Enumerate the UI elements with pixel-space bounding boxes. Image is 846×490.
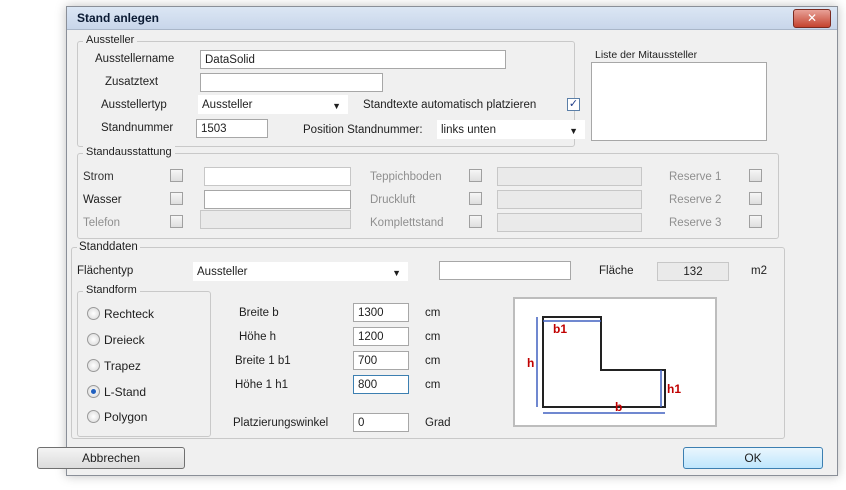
reserve-1-label: Reserve 1 xyxy=(669,171,722,183)
breite-b-unit: cm xyxy=(425,307,441,319)
zusatztext-input[interactable] xyxy=(200,73,383,92)
platzierungswinkel-unit: Grad xyxy=(425,417,451,429)
komplettstand-checkbox[interactable] xyxy=(469,215,482,228)
platzierungswinkel-label: Platzierungswinkel xyxy=(233,417,329,429)
trapez-label: Trapez xyxy=(104,359,141,373)
komplettstand-label: Komplettstand xyxy=(370,217,444,229)
auto-place-checkbox[interactable]: ✓ xyxy=(567,98,580,111)
telefon-label: Telefon xyxy=(83,217,121,229)
ausstellertyp-label: Ausstellertyp xyxy=(101,99,167,111)
chevron-down-icon: ▼ xyxy=(392,268,401,278)
zusatztext-label: Zusatztext xyxy=(105,76,159,88)
radio-l-stand[interactable] xyxy=(87,385,100,398)
aussteller-group-label: Aussteller xyxy=(83,34,138,46)
standausstattung-group-label: Standausstattung xyxy=(83,146,175,158)
polygon-label: Polygon xyxy=(104,410,148,424)
hoehe-1-h1-label: Höhe 1 h1 xyxy=(235,379,289,391)
reserve-1-checkbox[interactable] xyxy=(749,169,762,182)
cancel-button[interactable]: Abbrechen xyxy=(37,447,185,469)
reserve-3-label: Reserve 3 xyxy=(669,217,722,229)
standform-group-label: Standform xyxy=(83,284,140,296)
reserve-3-checkbox[interactable] xyxy=(749,215,762,228)
hoehe-h-label: Höhe h xyxy=(239,331,277,343)
hoehe-h-input[interactable]: 1200 xyxy=(353,327,409,346)
platzierungswinkel-input[interactable]: 0 xyxy=(353,413,409,432)
flaeche-label: Fläche xyxy=(599,265,634,277)
druckluft-input[interactable] xyxy=(497,190,642,209)
ausstellername-label: Ausstellername xyxy=(95,53,175,65)
reserve-2-checkbox[interactable] xyxy=(749,192,762,205)
wasser-checkbox[interactable] xyxy=(170,192,183,205)
ausstellername-input[interactable]: DataSolid xyxy=(200,50,506,69)
auto-place-label: Standtexte automatisch platzieren xyxy=(363,99,537,111)
teppichboden-checkbox[interactable] xyxy=(469,169,482,182)
position-standnummer-select[interactable]: links unten ▼ xyxy=(437,120,585,139)
l-stand-diagram-svg: b1 h h1 b xyxy=(527,316,681,414)
breite-b-label: Breite b xyxy=(239,307,279,319)
chevron-down-icon: ▼ xyxy=(332,101,341,111)
position-standnummer-label: Position Standnummer: xyxy=(303,124,423,136)
strom-label: Strom xyxy=(83,171,114,183)
flaechentyp-extra-input[interactable] xyxy=(439,261,571,280)
ausstellertyp-select[interactable]: Aussteller ▼ xyxy=(198,95,348,114)
teppichboden-label: Teppichboden xyxy=(370,171,442,183)
breite-1-b1-input[interactable]: 700 xyxy=(353,351,409,370)
radio-rechteck[interactable] xyxy=(87,307,100,320)
dreieck-label: Dreieck xyxy=(104,333,145,347)
close-button[interactable]: ✕ xyxy=(793,9,831,28)
mitaussteller-list-label: Liste der Mitaussteller xyxy=(595,49,698,61)
reserve-2-label: Reserve 2 xyxy=(669,194,722,206)
close-icon: ✕ xyxy=(806,11,818,25)
flaechentyp-value: Aussteller xyxy=(197,266,248,278)
breite-b-input[interactable]: 1300 xyxy=(353,303,409,322)
komplettstand-input[interactable] xyxy=(497,213,642,232)
flaechentyp-label: Flächentyp xyxy=(77,265,134,277)
chevron-down-icon: ▼ xyxy=(569,126,578,136)
window-title: Stand anlegen xyxy=(77,11,160,25)
l-stand-label: L-Stand xyxy=(104,385,147,399)
ok-button[interactable]: OK xyxy=(683,447,823,469)
standdaten-label: Standdaten xyxy=(77,241,140,253)
hoehe-1-h1-unit: cm xyxy=(425,379,441,391)
druckluft-checkbox[interactable] xyxy=(469,192,482,205)
radio-dreieck[interactable] xyxy=(87,333,100,346)
wasser-input[interactable] xyxy=(204,190,351,209)
breite-1-b1-label: Breite 1 b1 xyxy=(235,355,291,367)
dialog-window: Stand anlegen ✕ Aussteller Ausstellernam… xyxy=(37,6,838,476)
flaechentyp-select[interactable]: Aussteller ▼ xyxy=(193,262,408,281)
wasser-label: Wasser xyxy=(83,194,122,206)
position-standnummer-value: links unten xyxy=(441,124,496,136)
teppichboden-input[interactable] xyxy=(497,167,642,186)
hoehe-1-h1-input[interactable]: 800 xyxy=(353,375,409,394)
l-stand-diagram: b1 h h1 b xyxy=(513,297,717,427)
flaeche-unit: m2 xyxy=(751,265,767,277)
label-h1: h1 xyxy=(667,382,681,396)
strom-input[interactable] xyxy=(204,167,351,186)
radio-polygon[interactable] xyxy=(87,410,100,423)
telefon-checkbox[interactable] xyxy=(170,215,183,228)
standnummer-input[interactable]: 1503 xyxy=(196,119,268,138)
ausstellertyp-value: Aussteller xyxy=(202,99,253,111)
druckluft-label: Druckluft xyxy=(370,194,416,206)
label-h: h xyxy=(527,356,534,370)
standnummer-label: Standnummer xyxy=(101,122,174,134)
flaeche-value: 132 xyxy=(657,262,729,281)
label-b1: b1 xyxy=(553,322,567,336)
radio-trapez[interactable] xyxy=(87,359,100,372)
mitaussteller-list[interactable] xyxy=(591,62,767,141)
title-bar[interactable]: Stand anlegen ✕ xyxy=(67,7,837,30)
rechteck-label: Rechteck xyxy=(104,307,155,321)
telefon-input[interactable] xyxy=(200,210,351,229)
strom-checkbox[interactable] xyxy=(170,169,183,182)
label-b: b xyxy=(615,400,622,414)
breite-1-b1-unit: cm xyxy=(425,355,441,367)
hoehe-h-unit: cm xyxy=(425,331,441,343)
